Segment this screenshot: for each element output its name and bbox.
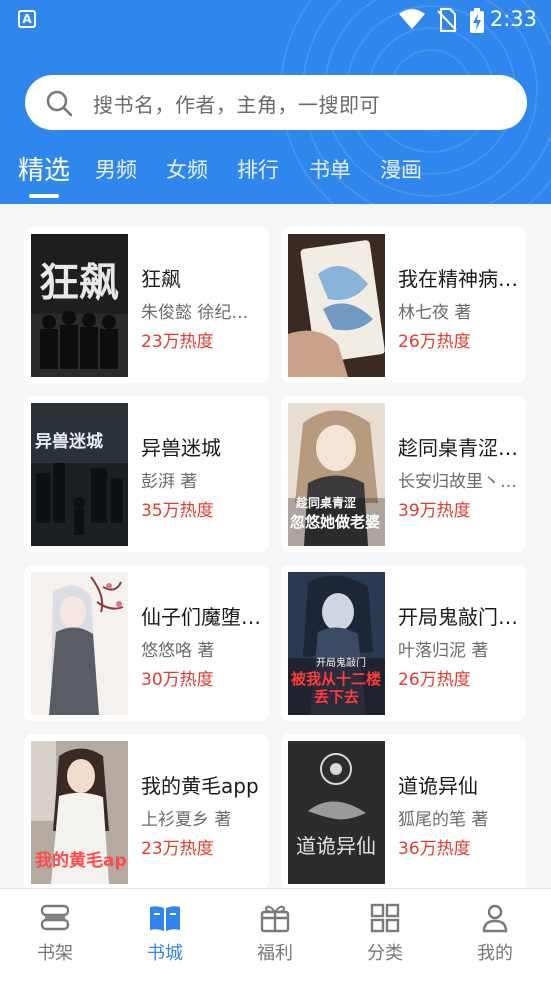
- book-heat: 35万热度: [141, 501, 214, 521]
- book-card[interactable]: 我的黄毛app 我的黄毛app 上衫夏乡 著 23万热度: [24, 734, 269, 890]
- book-author: 林七夜 著: [398, 303, 472, 323]
- active-tab-indicator: [29, 194, 59, 198]
- book-card[interactable]: 异兽迷城 异兽迷城 彭湃 著 35万热度: [24, 396, 269, 552]
- book-title: 狂飙: [141, 267, 181, 291]
- book-card[interactable]: 趁同桌青涩 忽悠她做老婆 趁同桌青涩，忽悠她做老婆 长安归故里丶 著 39万热度: [281, 396, 526, 552]
- person-icon: [482, 904, 508, 933]
- search-placeholder: 搜书名，作者，主角，一搜即可: [93, 93, 380, 117]
- book-author: 狐尾的笔 著: [398, 810, 489, 830]
- gift-icon: [260, 905, 290, 933]
- book-heat: 23万热度: [141, 839, 214, 859]
- book-author: 悠悠咯 著: [141, 641, 215, 661]
- cover-title: 狂飙: [39, 260, 119, 306]
- book-author: 彭湃 著: [141, 472, 198, 492]
- book-title: 趁同桌青涩，忽悠她做老婆: [398, 436, 522, 460]
- book-card[interactable]: 开局鬼敲门 被我从十二楼 丢下去 开局鬼敲门：被我从十二楼丢下去 叶落归泥 著 …: [281, 565, 526, 721]
- book-cover[interactable]: 狂飙: [31, 234, 128, 377]
- nav-welfare[interactable]: 福利: [230, 903, 320, 965]
- wifi-icon: [399, 9, 425, 29]
- book-heat: 23万热度: [141, 332, 214, 352]
- tab-ranking[interactable]: 排行: [237, 154, 279, 184]
- book-title: 开局鬼敲门：被我从十二楼丢下去: [398, 605, 522, 629]
- book-author: 叶落归泥 著: [398, 641, 489, 661]
- clock: 2:33: [489, 7, 537, 31]
- book-title: 我的黄毛app: [141, 774, 259, 798]
- nav-label: 福利: [257, 943, 293, 964]
- cover-title: 异兽迷城: [35, 431, 103, 452]
- nav-mine[interactable]: 我的: [450, 903, 540, 965]
- tab-comics[interactable]: 漫画: [380, 154, 422, 184]
- nav-category[interactable]: 分类: [340, 903, 430, 965]
- book-title: 道诡异仙: [398, 774, 478, 798]
- book-cover[interactable]: 趁同桌青涩 忽悠她做老婆: [288, 403, 385, 546]
- cover-title-line3: 丢下去: [314, 688, 359, 706]
- header: A 2:33 搜书名，作者，主角，一搜即可 精选 男频 女频 排行 书单 漫画: [0, 0, 551, 204]
- book-heat: 36万热度: [398, 839, 471, 859]
- book-heat: 26万热度: [398, 670, 471, 690]
- tab-featured[interactable]: 精选: [18, 150, 70, 187]
- bottom-navigation: 书架 书城 福利 分类 我的: [0, 888, 551, 981]
- cover-title-line2: 忽悠她做老婆: [290, 513, 380, 531]
- cover-title: 道诡异仙: [296, 834, 376, 858]
- book-title: 异兽迷城: [141, 436, 221, 460]
- nav-label: 书城: [147, 943, 183, 964]
- book-cover[interactable]: [288, 234, 385, 377]
- book-heat: 39万热度: [398, 501, 471, 521]
- book-author: 上衫夏乡 著: [141, 810, 232, 830]
- open-book-icon: [150, 906, 180, 931]
- tab-female[interactable]: 女频: [166, 154, 208, 184]
- book-title: 我在精神病院学斩神: [398, 267, 522, 291]
- book-cover[interactable]: 异兽迷城: [31, 403, 128, 546]
- book-heat: 26万热度: [398, 332, 471, 352]
- bookshelf-icon: [40, 904, 70, 931]
- book-author: 长安归故里丶 著: [398, 472, 522, 492]
- book-author: 朱俊懿 徐纪周 著: [141, 303, 265, 323]
- book-cover[interactable]: 我的黄毛app: [31, 741, 128, 884]
- tab-booklist[interactable]: 书单: [309, 154, 351, 184]
- book-grid: 狂飙 狂飙 朱俊懿 徐纪周 著 23万热度 我在精神病院学斩神 林七夜 著 26…: [0, 204, 551, 890]
- nav-bookstore[interactable]: 书城: [120, 903, 210, 965]
- cover-title-line1: 趁同桌青涩: [295, 495, 356, 510]
- no-sim-icon: [437, 8, 457, 32]
- tab-male[interactable]: 男频: [95, 154, 137, 184]
- book-cover[interactable]: [31, 572, 128, 715]
- book-cover[interactable]: 道诡异仙: [288, 741, 385, 884]
- nav-label: 书架: [37, 943, 73, 964]
- search-bar[interactable]: 搜书名，作者，主角，一搜即可: [25, 75, 527, 130]
- status-bar: A 2:33: [0, 0, 551, 40]
- book-title: 仙子们魔堕了？与我何干: [141, 605, 265, 629]
- search-icon: [46, 90, 73, 117]
- nav-label: 我的: [477, 943, 513, 964]
- cover-title-line2: 被我从十二楼: [291, 670, 381, 688]
- book-card[interactable]: 仙子们魔堕了？与我何干 悠悠咯 著 30万热度: [24, 565, 269, 721]
- category-tabs: 精选 男频 女频 排行 书单 漫画: [0, 150, 551, 200]
- book-card[interactable]: 我在精神病院学斩神 林七夜 著 26万热度: [281, 227, 526, 383]
- book-cover[interactable]: 开局鬼敲门 被我从十二楼 丢下去: [288, 572, 385, 715]
- nav-bookshelf[interactable]: 书架: [10, 903, 100, 965]
- book-heat: 30万热度: [141, 670, 214, 690]
- nav-label: 分类: [367, 943, 403, 964]
- battery-charging-icon: [470, 8, 484, 33]
- app-notification-icon: A: [18, 10, 36, 28]
- cover-title-line1: 开局鬼敲门: [316, 656, 366, 669]
- book-card[interactable]: 狂飙 狂飙 朱俊懿 徐纪周 著 23万热度: [24, 227, 269, 383]
- grid-icon: [370, 903, 400, 933]
- book-card[interactable]: 道诡异仙 道诡异仙 狐尾的笔 著 36万热度: [281, 734, 526, 890]
- cover-title: 我的黄毛app: [35, 850, 128, 871]
